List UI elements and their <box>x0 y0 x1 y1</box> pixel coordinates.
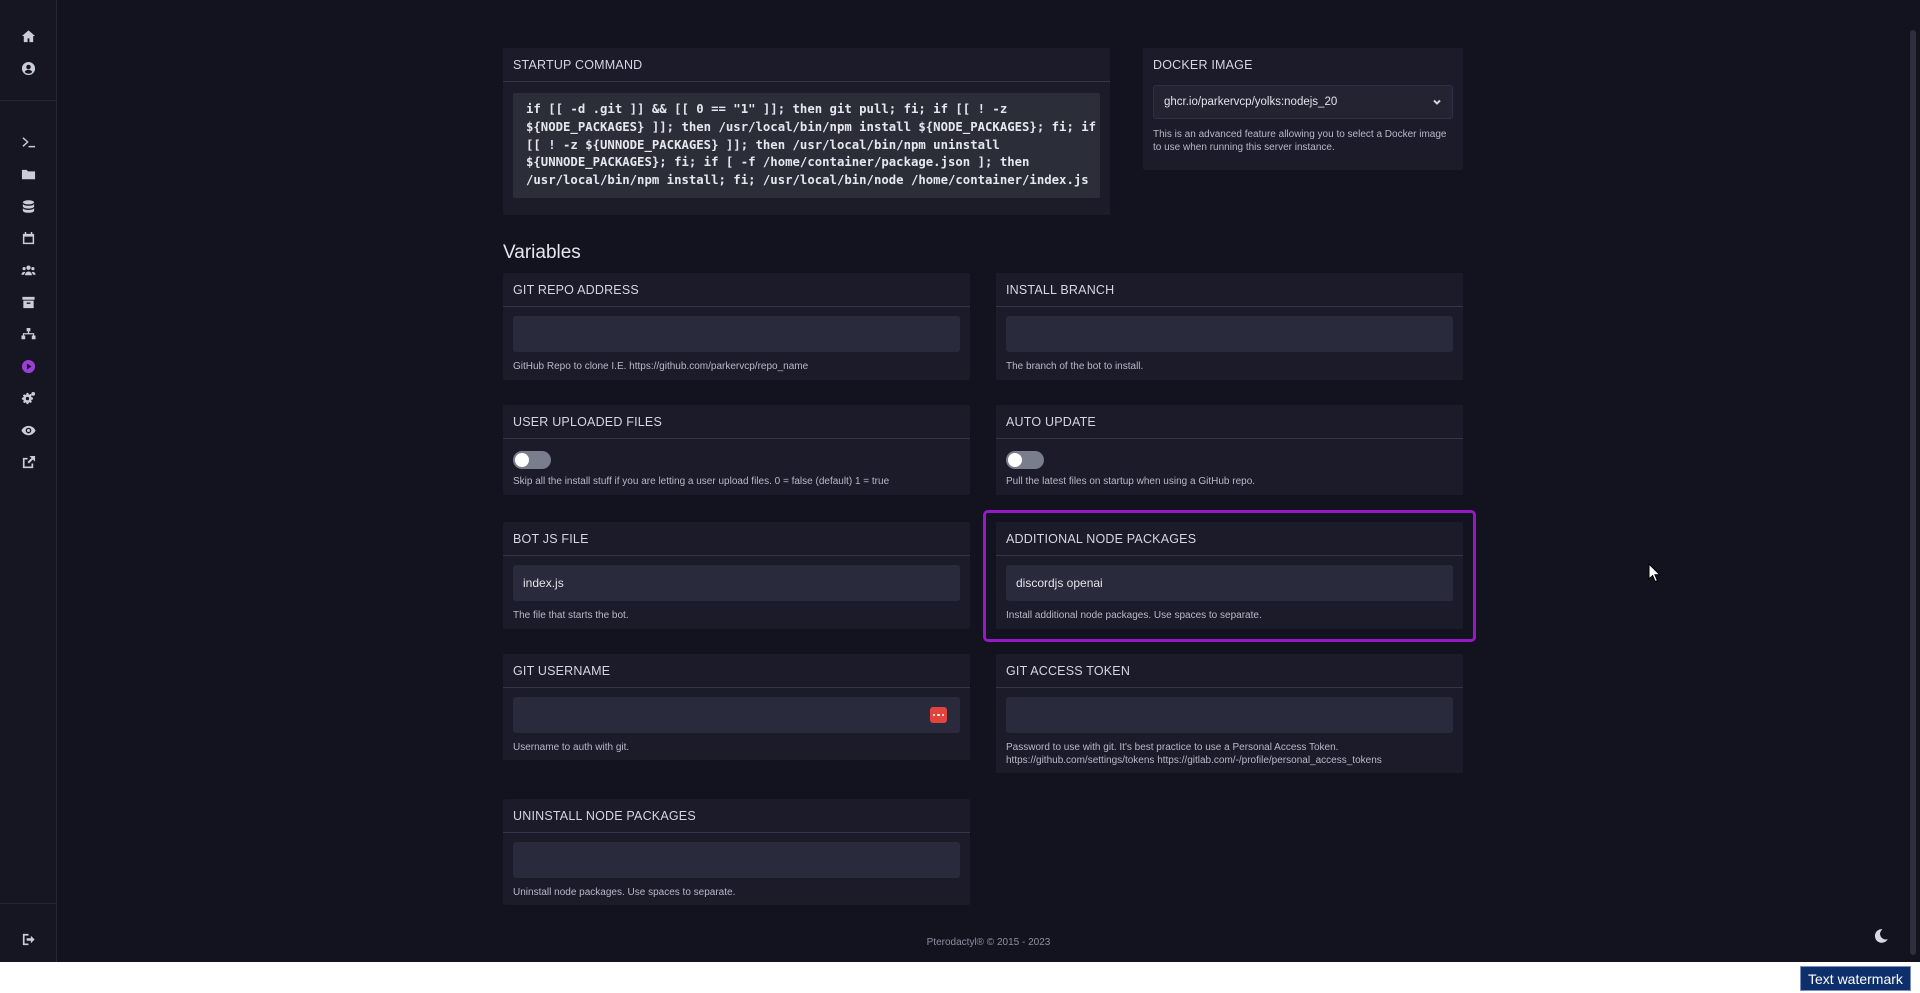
install-branch-title: INSTALL BRANCH <box>996 273 1463 307</box>
uninstall-packages-input[interactable] <box>513 842 960 878</box>
console-icon[interactable] <box>14 128 42 156</box>
variables-heading: Variables <box>503 242 581 263</box>
network-icon[interactable] <box>14 320 42 348</box>
docker-image-card: DOCKER IMAGE ghcr.io/parkervcp/yolks:nod… <box>1143 48 1463 170</box>
account-icon[interactable] <box>14 54 42 82</box>
git-token-card: GIT ACCESS TOKEN Password to use with gi… <box>996 654 1463 773</box>
calendar-icon[interactable] <box>14 224 42 252</box>
sidebar-divider <box>0 100 57 101</box>
folder-icon[interactable] <box>14 160 42 188</box>
startup-command-title: STARTUP COMMAND <box>503 48 1110 82</box>
git-token-input[interactable] <box>1006 697 1453 733</box>
command-line: [[ ! -z ${UNNODE_PACKAGES} ]]; then /usr… <box>526 137 1000 152</box>
startup-command-code: if [[ -d .git ]] && [[ 0 == "1" ]]; then… <box>513 93 1100 198</box>
highlight-box <box>983 510 1476 642</box>
theme-toggle-moon-icon[interactable] <box>1869 924 1893 948</box>
docker-image-hint: This is an advanced feature allowing you… <box>1153 129 1447 153</box>
bot-js-hint: The file that starts the bot. <box>513 610 629 621</box>
git-repo-input[interactable] <box>513 316 960 352</box>
install-branch-input[interactable] <box>1006 316 1453 352</box>
startup-command-card: STARTUP COMMAND if [[ -d .git ]] && [[ 0… <box>503 48 1110 215</box>
scrollbar[interactable] <box>1910 30 1916 955</box>
uninstall-packages-title: UNINSTALL NODE PACKAGES <box>503 799 970 833</box>
footer-copyright: Pterodactyl® © 2015 - 2023 <box>926 937 1051 948</box>
mouse-cursor-icon <box>1648 563 1662 583</box>
git-username-input[interactable] <box>513 697 960 733</box>
bottom-strip <box>0 962 1920 993</box>
docker-image-select[interactable]: ghcr.io/parkervcp/yolks:nodejs_20 <box>1153 85 1453 119</box>
command-line: ${UNNODE_PACKAGES}; fi; if [ -f /home/co… <box>526 155 1030 170</box>
command-line: if [[ -d .git ]] && [[ 0 == "1" ]]; then… <box>526 102 1008 116</box>
install-branch-hint: The branch of the bot to install. <box>1006 361 1144 372</box>
git-username-title: GIT USERNAME <box>503 654 970 688</box>
uninstall-packages-card: UNINSTALL NODE PACKAGES Uninstall node p… <box>503 799 970 905</box>
password-manager-icon[interactable] <box>930 707 947 723</box>
auto-update-toggle[interactable] <box>1006 451 1044 469</box>
chevron-down-icon <box>1433 99 1441 105</box>
auto-update-hint: Pull the latest files on startup when us… <box>1006 476 1256 487</box>
uninstall-packages-hint: Uninstall node packages. Use spaces to s… <box>513 887 736 898</box>
bot-js-input[interactable]: index.js <box>513 565 960 601</box>
user-uploaded-hint: Skip all the install stuff if you are le… <box>513 476 890 487</box>
git-token-hint-line1: Password to use with git. It's best prac… <box>1006 742 1339 753</box>
command-line: /usr/local/bin/npm install; fi; /usr/loc… <box>526 173 1089 188</box>
docker-image-title: DOCKER IMAGE <box>1153 58 1253 72</box>
git-token-hint-line2[interactable]: https://github.com/settings/tokens https… <box>1006 754 1453 767</box>
eye-icon[interactable] <box>14 416 42 444</box>
bot-js-title: BOT JS FILE <box>503 522 970 556</box>
external-link-icon[interactable] <box>14 448 42 476</box>
sidebar-divider-bottom <box>0 903 57 904</box>
text-watermark: Text watermark <box>1800 966 1911 991</box>
bot-js-card: BOT JS FILE index.js The file that start… <box>503 522 970 629</box>
git-token-hint: Password to use with git. It's best prac… <box>1006 741 1453 767</box>
user-uploaded-toggle[interactable] <box>513 451 551 469</box>
user-uploaded-title: USER UPLOADED FILES <box>503 405 970 439</box>
command-line: ${NODE_PACKAGES} ]]; then /usr/local/bin… <box>526 119 1097 134</box>
home-icon[interactable] <box>14 22 42 50</box>
archive-icon[interactable] <box>14 288 42 316</box>
settings-icon[interactable] <box>14 384 42 412</box>
startup-icon[interactable] <box>14 352 42 380</box>
database-icon[interactable] <box>14 192 42 220</box>
git-token-title: GIT ACCESS TOKEN <box>996 654 1463 688</box>
git-repo-card: GIT REPO ADDRESS GitHub Repo to clone I.… <box>503 273 970 380</box>
git-repo-hint: GitHub Repo to clone I.E. https://github… <box>513 361 809 372</box>
git-username-hint: Username to auth with git. <box>513 742 630 753</box>
users-icon[interactable] <box>14 256 42 284</box>
docker-image-value: ghcr.io/parkervcp/yolks:nodejs_20 <box>1164 96 1338 108</box>
git-username-card: GIT USERNAME Username to auth with git. <box>503 654 970 760</box>
auto-update-title: AUTO UPDATE <box>996 405 1463 439</box>
sidebar <box>0 0 57 962</box>
install-branch-card: INSTALL BRANCH The branch of the bot to … <box>996 273 1463 380</box>
auto-update-card: AUTO UPDATE Pull the latest files on sta… <box>996 405 1463 495</box>
user-uploaded-card: USER UPLOADED FILES Skip all the install… <box>503 405 970 495</box>
git-repo-title: GIT REPO ADDRESS <box>503 273 970 307</box>
